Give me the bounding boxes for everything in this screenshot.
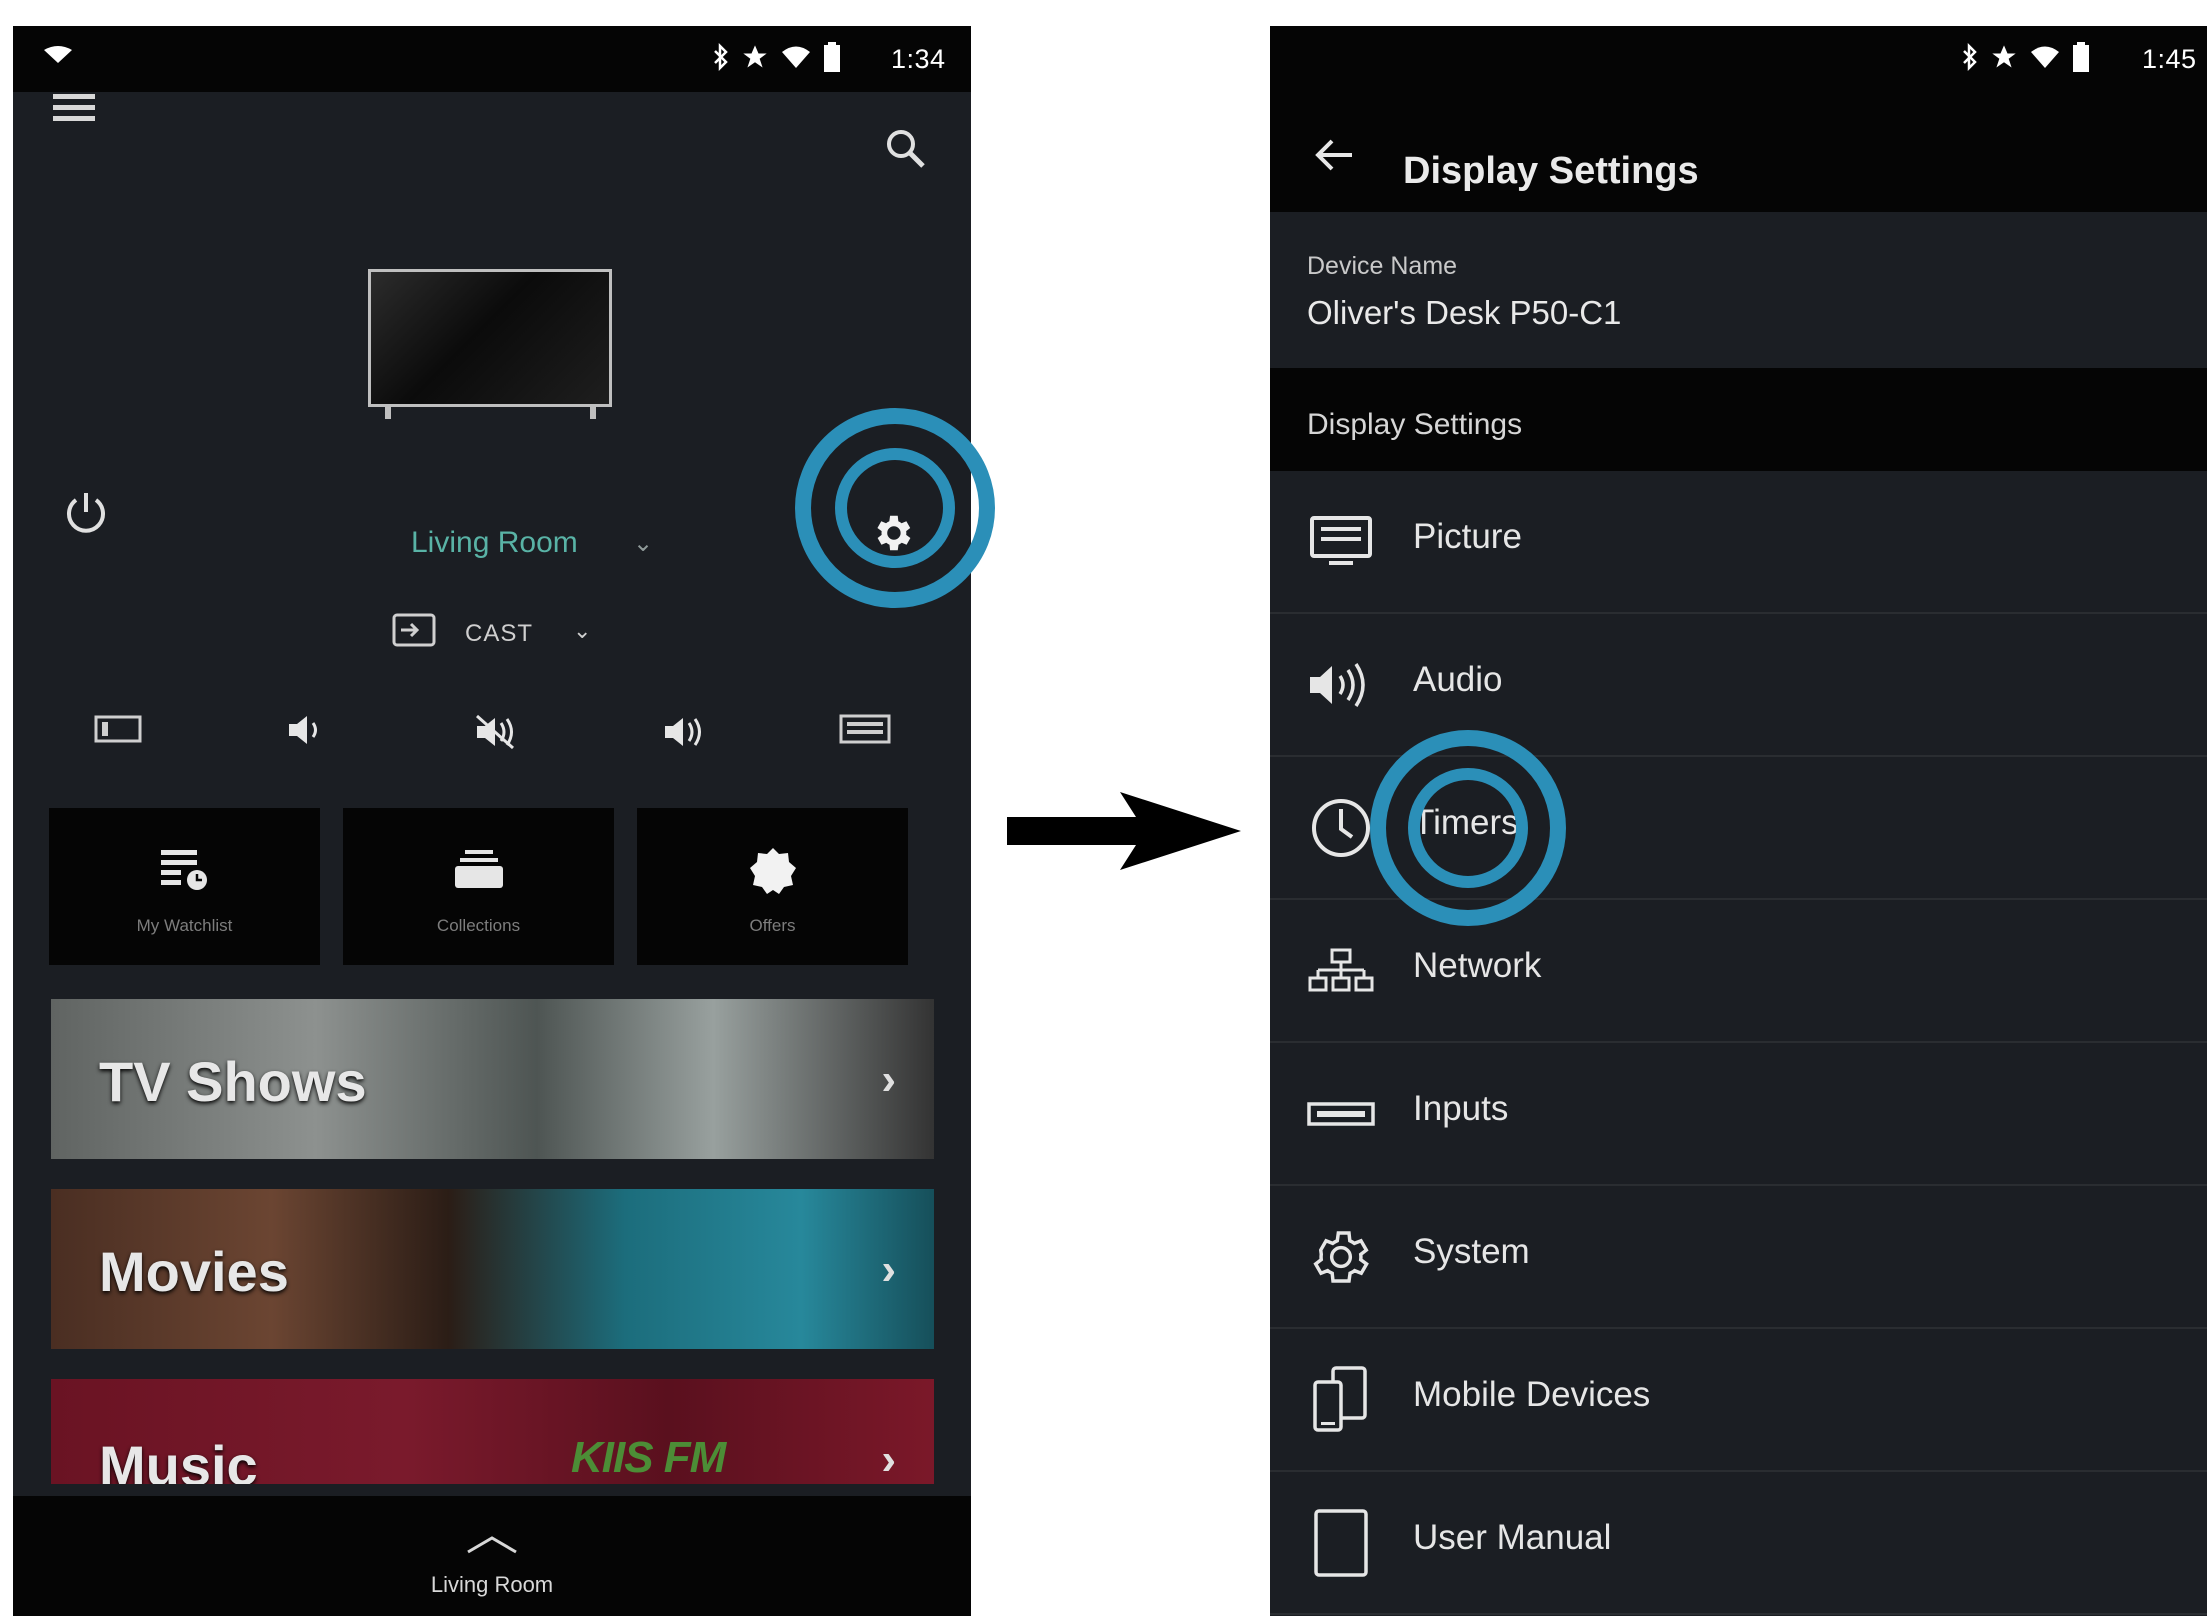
tile-label: My Watchlist bbox=[136, 916, 233, 935]
clock-icon bbox=[1306, 795, 1376, 861]
bottom-bar[interactable]: Living Room bbox=[13, 1496, 971, 1616]
power-icon[interactable] bbox=[61, 488, 111, 543]
home-screen: 1:34 Living Room ⌄ CAST ⌄ My Watchlist C… bbox=[13, 26, 971, 1616]
signal-icon bbox=[43, 46, 73, 69]
status-bar: 1:45 bbox=[1270, 26, 2207, 92]
star-icon bbox=[1990, 43, 2018, 71]
keyboard-icon[interactable] bbox=[839, 712, 891, 751]
offers-badge-icon bbox=[748, 846, 798, 901]
manual-icon bbox=[1306, 1509, 1376, 1577]
status-bar: 1:34 bbox=[13, 26, 971, 92]
search-icon[interactable] bbox=[883, 126, 927, 175]
banner-tv-shows[interactable]: TV Shows › bbox=[51, 999, 934, 1159]
arrow-right-icon bbox=[1007, 792, 1241, 870]
menu-item-mobile-devices[interactable]: Mobile Devices bbox=[1270, 1329, 2207, 1472]
tile-offers[interactable]: Offers bbox=[637, 808, 908, 965]
section-header: Display Settings bbox=[1270, 368, 2207, 471]
input-icon[interactable] bbox=[391, 612, 437, 655]
banner-title: Movies bbox=[99, 1240, 289, 1303]
station-logo: KIIS FM bbox=[571, 1433, 726, 1482]
menu-item-inputs[interactable]: Inputs bbox=[1270, 1043, 2207, 1186]
menu-item-label: Inputs bbox=[1413, 1089, 1509, 1128]
menu-icon[interactable] bbox=[53, 94, 95, 124]
tv-stand bbox=[590, 407, 596, 419]
highlight-ring bbox=[835, 448, 955, 568]
device-name-key: Device Name bbox=[1307, 252, 1458, 280]
gear-icon bbox=[1306, 1224, 1376, 1290]
device-name-row[interactable]: Device Name Oliver's Desk P50-C1 bbox=[1270, 212, 2207, 368]
menu-item-label: Audio bbox=[1413, 660, 1503, 699]
tv-stand bbox=[385, 407, 391, 419]
tile-my-watchlist[interactable]: My Watchlist bbox=[49, 808, 320, 965]
status-time: 1:45 bbox=[2142, 44, 2197, 74]
menu-item-label: System bbox=[1413, 1232, 1530, 1271]
chevron-down-icon[interactable]: ⌄ bbox=[573, 618, 591, 644]
chevron-down-icon[interactable]: ⌄ bbox=[633, 529, 653, 558]
tv-image bbox=[368, 269, 612, 407]
wifi-icon bbox=[2030, 44, 2060, 70]
room-selector[interactable]: Living Room bbox=[411, 526, 578, 560]
bluetooth-icon bbox=[713, 43, 729, 71]
network-icon bbox=[1306, 938, 1376, 1004]
tile-label: Offers bbox=[749, 916, 796, 935]
section-header-label: Display Settings bbox=[1307, 408, 1523, 441]
audio-icon bbox=[1306, 652, 1376, 718]
wifi-icon bbox=[781, 44, 811, 70]
back-arrow-icon[interactable] bbox=[1312, 137, 1356, 178]
volume-down-icon[interactable] bbox=[285, 712, 329, 753]
menu-item-system[interactable]: System bbox=[1270, 1186, 2207, 1329]
banner-title: TV Shows bbox=[99, 1050, 367, 1113]
tile-label: Collections bbox=[436, 916, 521, 935]
chevron-up-icon[interactable] bbox=[462, 1532, 522, 1561]
page-title: Display Settings bbox=[1403, 150, 1699, 192]
menu-item-user-manual[interactable]: User Manual bbox=[1270, 1472, 2207, 1615]
battery-icon bbox=[823, 42, 841, 72]
menu-item-network[interactable]: Network bbox=[1270, 900, 2207, 1043]
menu-item-picture[interactable]: Picture bbox=[1270, 471, 2207, 614]
mobile-devices-icon bbox=[1306, 1366, 1376, 1433]
input-label[interactable]: CAST bbox=[465, 620, 533, 648]
banner-movies[interactable]: Movies › bbox=[51, 1189, 934, 1349]
menu-item-label: User Manual bbox=[1413, 1518, 1612, 1557]
highlight-ring bbox=[1408, 768, 1528, 888]
watchlist-icon bbox=[159, 846, 211, 897]
inputs-icon bbox=[1306, 1081, 1376, 1147]
mute-icon[interactable] bbox=[473, 712, 527, 757]
battery-icon bbox=[2072, 42, 2090, 72]
app-bar: Display Settings bbox=[1270, 92, 2207, 212]
menu-item-label: Picture bbox=[1413, 517, 1522, 556]
status-time: 1:34 bbox=[891, 44, 946, 74]
picture-icon bbox=[1306, 509, 1376, 575]
menu-item-label: Network bbox=[1413, 946, 1542, 985]
aspect-ratio-icon[interactable] bbox=[93, 712, 143, 751]
banner-music[interactable]: Music KIIS FM › bbox=[51, 1379, 934, 1484]
device-name-value: Oliver's Desk P50-C1 bbox=[1307, 294, 1622, 331]
chevron-right-icon: › bbox=[881, 1245, 896, 1294]
bluetooth-icon bbox=[1962, 43, 1978, 71]
banner-title: Music bbox=[99, 1434, 258, 1484]
menu-item-audio[interactable]: Audio bbox=[1270, 614, 2207, 757]
menu-item-label: Mobile Devices bbox=[1413, 1375, 1651, 1414]
bottom-room-label: Living Room bbox=[430, 1572, 554, 1597]
star-icon bbox=[741, 43, 769, 71]
volume-up-icon[interactable] bbox=[661, 712, 715, 757]
chevron-right-icon: › bbox=[881, 1435, 896, 1484]
tile-collections[interactable]: Collections bbox=[343, 808, 614, 965]
chevron-right-icon: › bbox=[881, 1055, 896, 1104]
collections-icon bbox=[453, 846, 505, 897]
